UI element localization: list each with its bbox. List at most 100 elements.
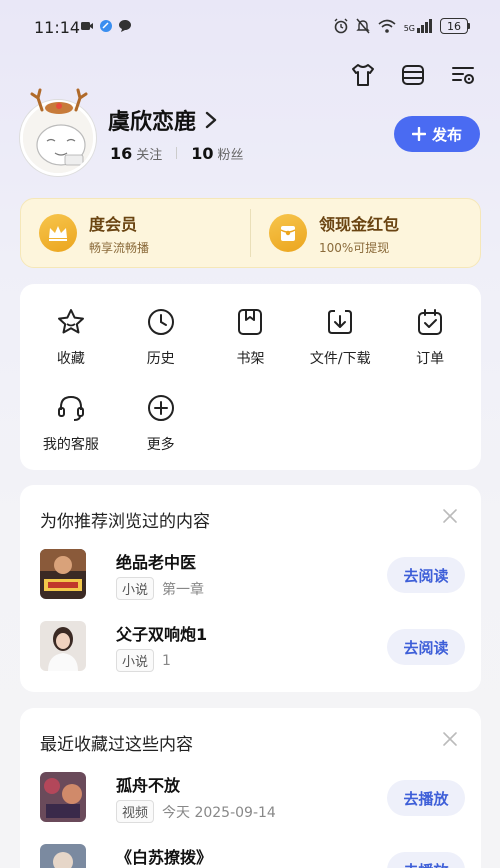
followers-label: 粉丝 [217,148,244,163]
item-title: 孤舟不放 [116,776,181,795]
reindeer-antler-icon [30,88,88,114]
grid-label-more: 更多 [146,437,175,453]
list-item[interactable]: 父子双响炮1 小说 1 去阅读 [40,621,465,673]
redpacket-sub: 100%可提现 [319,240,390,255]
message-icon [119,20,131,32]
grid-label-favorites: 收藏 [56,351,85,367]
vip-member-entry[interactable]: 度会员 畅享流畅播 [21,199,250,267]
status-right: 5G 16 [334,18,470,34]
close-icon[interactable] [441,507,459,525]
grid-label-customer-service: 我的客服 [42,437,99,453]
profile-stats: 16 关注 10 粉丝 [110,144,244,163]
menu-button[interactable] [398,60,428,90]
chevron-right-icon [205,111,217,129]
redpacket-entry[interactable]: 领现金红包 100%可提现 [251,199,480,267]
item-progress: 1 [162,652,171,669]
stats-divider [176,147,178,159]
plus-circle-icon [147,395,174,421]
wifi-icon [378,19,396,33]
list-item[interactable]: 《白苏撩拨》 去播放 [40,844,465,868]
status-bar: 11:14 5G 16 [0,0,500,56]
vip-member-sub: 畅享流畅播 [89,240,150,255]
item-title: 绝品老中医 [116,553,197,572]
vip-member-title: 度会员 [89,214,138,234]
username[interactable]: 虞欣恋鹿 [108,104,196,136]
download-icon [328,310,353,334]
item-date: 今天 2025-09-14 [162,804,276,821]
redpacket-icon [269,214,307,252]
grid-item-more[interactable]: 更多 [116,392,206,454]
item-meta: 视频 今天 2025-09-14 [116,800,276,823]
bookmark-icon [238,309,263,335]
play-button[interactable]: 去播放 [387,852,465,868]
item-title: 《白苏撩拨》 [116,848,213,867]
grid-item-orders[interactable]: 订单 [385,306,475,368]
close-icon[interactable] [441,730,459,748]
shortcut-grid-card: 收藏 历史 书架 文件/下载 订单 我的客服 更多 [20,284,481,470]
cover-image [40,772,86,822]
play-button[interactable]: 去播放 [387,780,465,816]
signal-icon: 5G [404,19,432,33]
item-title: 父子双响炮1 [116,625,208,644]
tshirt-button[interactable] [348,60,378,90]
plus-icon [411,127,426,141]
read-button[interactable]: 去阅读 [387,557,465,593]
grid-label-downloads: 文件/下载 [309,351,371,367]
star-icon [57,309,84,334]
grid-item-history[interactable]: 历史 [116,306,206,368]
clock-icon [147,309,174,335]
following-count: 16 [110,144,133,163]
username-row[interactable]: 虞欣恋鹿 [108,104,218,136]
headset-icon [57,395,84,421]
cover-image [40,621,86,671]
top-actions [348,60,478,90]
publish-label: 发布 [431,126,462,144]
settings-button[interactable] [448,60,478,90]
following-stat[interactable]: 16 关注 [110,144,162,163]
followers-count: 10 [191,144,214,163]
battery-level: 16 [440,18,468,34]
recommend-title: 为你推荐浏览过的内容 [40,512,210,532]
battery-icon: 16 [440,18,470,34]
favorites-title: 最近收藏过这些内容 [40,735,193,755]
grid-label-history: 历史 [146,351,175,367]
list-item[interactable]: 孤舟不放 视频 今天 2025-09-14 去播放 [40,772,465,824]
network-type: 5G [403,24,415,33]
recommend-card: 为你推荐浏览过的内容 绝品老中医 小说 第一章 去阅读 父子双响炮1 小说 1 … [20,485,481,692]
grid-label-bookshelf: 书架 [236,351,265,367]
vip-card: 度会员 畅享流畅播 领现金红包 100%可提现 [20,198,481,268]
favorites-card: 最近收藏过这些内容 孤舟不放 视频 今天 2025-09-14 去播放 《白苏撩… [20,708,481,868]
shortcut-grid: 收藏 历史 书架 文件/下载 订单 我的客服 更多 [20,306,481,454]
browser-icon [100,20,112,32]
item-tag: 视频 [116,800,155,823]
grid-item-favorites[interactable]: 收藏 [26,306,116,368]
alarm-icon [334,18,348,34]
item-meta: 小说 第一章 [116,577,204,600]
video-icon [81,22,93,30]
item-progress: 第一章 [162,581,205,598]
cover-image [40,549,86,599]
grid-label-orders: 订单 [416,351,445,367]
followers-stat[interactable]: 10 粉丝 [191,144,243,163]
mute-bell-icon [356,18,370,34]
cover-image [40,844,86,868]
grid-item-downloads[interactable]: 文件/下载 [295,306,385,368]
grid-item-bookshelf[interactable]: 书架 [206,306,296,368]
redpacket-title: 领现金红包 [319,214,400,234]
status-time: 11:14 [34,18,81,37]
menu-icon [402,65,424,85]
grid-item-customer-service[interactable]: 我的客服 [26,392,116,454]
read-button[interactable]: 去阅读 [387,629,465,665]
item-tag: 小说 [116,577,155,600]
item-tag: 小说 [116,649,155,672]
following-label: 关注 [136,148,163,163]
settings-list-icon [452,67,474,84]
avatar-wrap[interactable] [20,86,98,176]
crown-icon [39,214,77,252]
calendar-check-icon [418,309,443,335]
status-left-icons [80,19,132,33]
item-meta: 小说 1 [116,649,171,672]
list-item[interactable]: 绝品老中医 小说 第一章 去阅读 [40,549,465,601]
tshirt-icon [352,64,374,86]
publish-button[interactable]: 发布 [394,116,480,152]
